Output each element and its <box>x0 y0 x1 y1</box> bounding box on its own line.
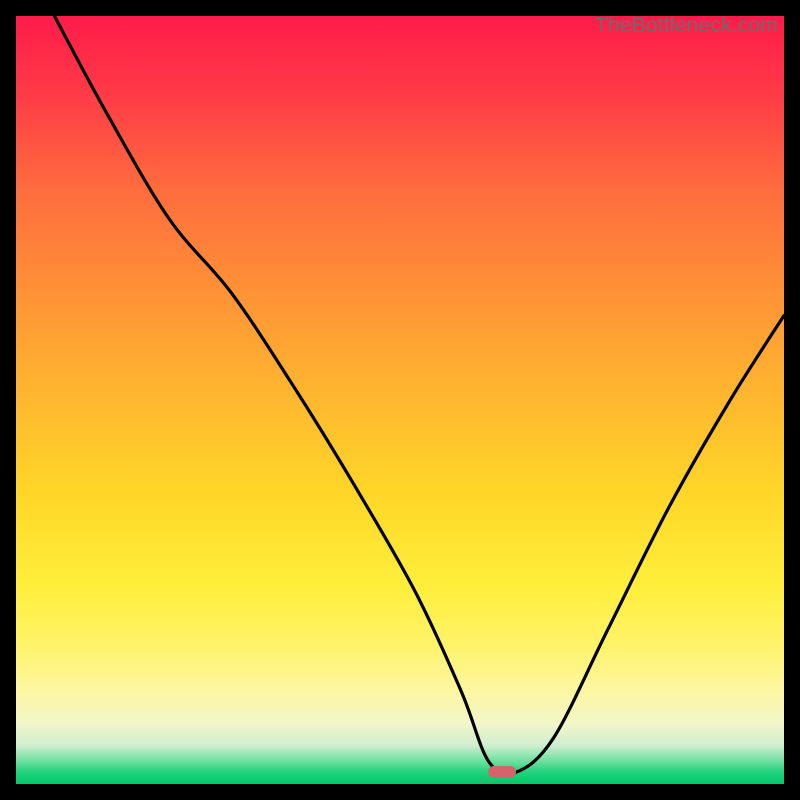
bottleneck-curve <box>16 16 784 784</box>
plot-area <box>16 16 784 784</box>
optimal-point-marker <box>488 766 516 778</box>
watermark-text: TheBottleneck.com <box>595 14 778 38</box>
chart-frame: TheBottleneck.com <box>0 0 800 800</box>
